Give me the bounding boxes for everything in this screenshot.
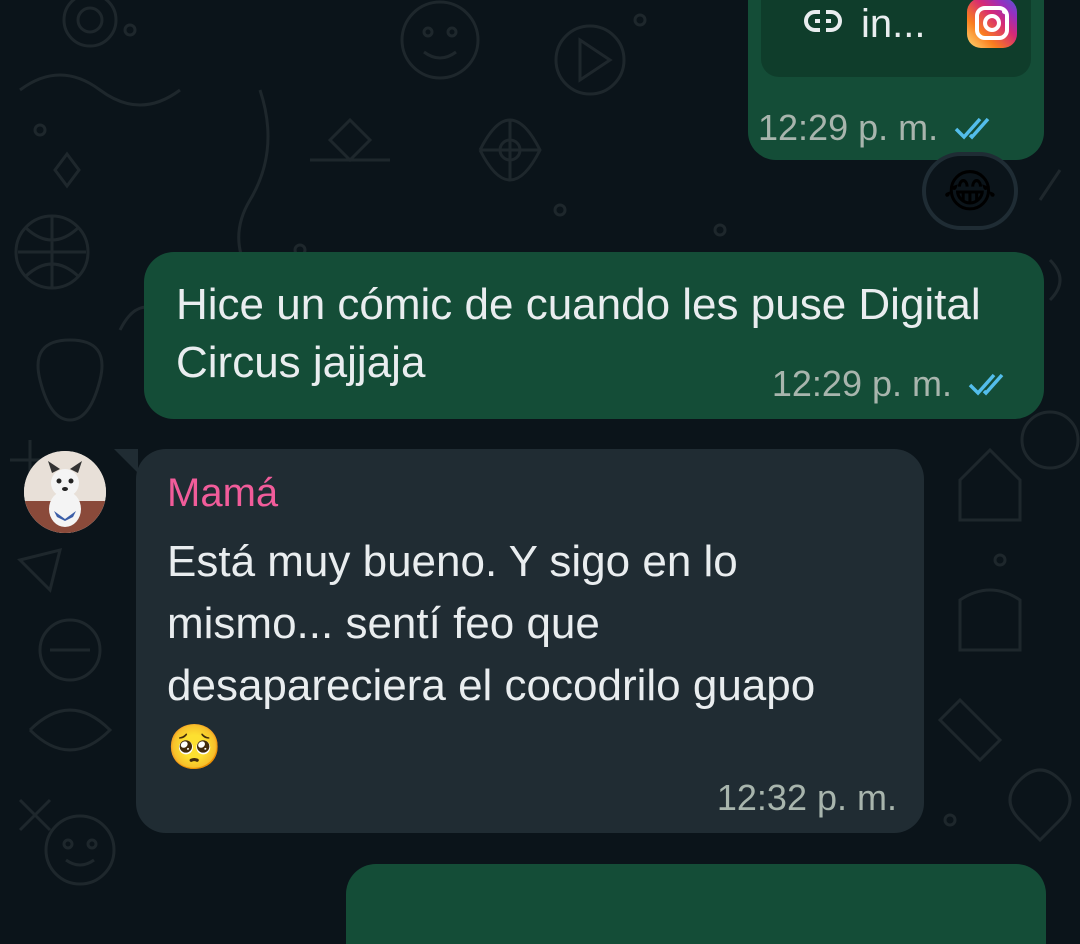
read-ticks-icon bbox=[954, 117, 990, 140]
bubble-tail bbox=[114, 449, 138, 473]
message-reaction[interactable]: 😂 bbox=[922, 152, 1018, 230]
reaction-emoji: 😂 bbox=[943, 165, 997, 217]
message-time: 12:29 p. m. bbox=[758, 107, 939, 148]
link-icon bbox=[804, 9, 842, 33]
link-text[interactable]: in... bbox=[861, 2, 925, 46]
sender-name[interactable]: Mamá bbox=[167, 471, 278, 516]
message-time: 12:32 p. m. bbox=[716, 777, 897, 818]
incoming-text-message[interactable]: Mamá Está muy bueno. Y sigo en lo mismo.… bbox=[114, 449, 924, 833]
dog-photo-icon bbox=[24, 451, 106, 533]
message-meta: 12:29 p. m. bbox=[772, 363, 1016, 405]
avatar[interactable] bbox=[24, 451, 106, 533]
read-ticks-icon bbox=[968, 373, 1004, 396]
message-meta: 12:32 p. m. bbox=[717, 777, 897, 819]
message-meta: 12:29 p. m. bbox=[758, 107, 1002, 149]
link-preview[interactable]: in... bbox=[761, 0, 1031, 77]
instagram-icon bbox=[967, 0, 1017, 48]
outgoing-link-message[interactable]: in... 12:29 p. m. bbox=[748, 0, 1044, 160]
outgoing-text-message[interactable]: Hice un cómic de cuando les puse Digital… bbox=[144, 252, 1044, 419]
outgoing-message-partial[interactable] bbox=[346, 864, 1046, 944]
message-time: 12:29 p. m. bbox=[771, 363, 952, 404]
message-text: Está muy bueno. Y sigo en lo mismo... se… bbox=[167, 537, 816, 772]
